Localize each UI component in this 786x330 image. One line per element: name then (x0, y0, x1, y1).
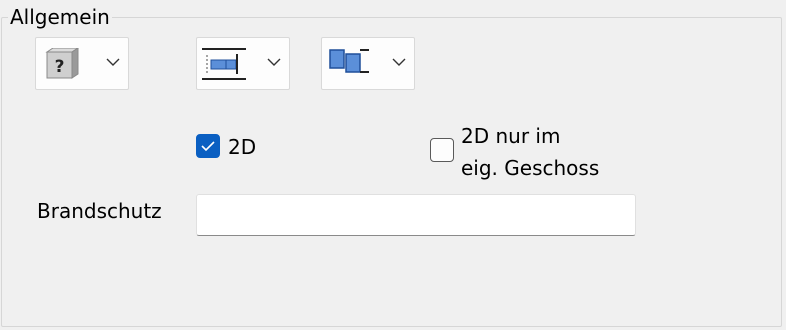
material-dropdown[interactable]: ? (35, 37, 129, 90)
element-connection-icon (329, 49, 369, 73)
connection-dropdown[interactable] (321, 37, 415, 90)
checkbox-2d-label: 2D (228, 135, 257, 159)
group-title: Allgemein (8, 5, 112, 29)
checkbox-2d-own-storey[interactable] (430, 138, 454, 162)
checkbox-2d-own-storey-label-line1: 2D nur im (461, 124, 561, 148)
unknown-material-icon: ? (45, 48, 79, 79)
layer-alignment-icon (202, 48, 246, 80)
chevron-down-icon (392, 58, 406, 66)
checkmark-icon (201, 141, 215, 152)
alignment-dropdown[interactable] (196, 37, 290, 90)
fire-protection-label: Brandschutz (37, 199, 162, 223)
checkbox-2d-own-storey-label-line2: eig. Geschoss (461, 156, 600, 180)
chevron-down-icon (106, 58, 120, 66)
fire-protection-input[interactable] (196, 194, 636, 236)
svg-text:?: ? (55, 57, 65, 77)
checkbox-2d[interactable] (196, 134, 220, 158)
chevron-down-icon (267, 58, 281, 66)
